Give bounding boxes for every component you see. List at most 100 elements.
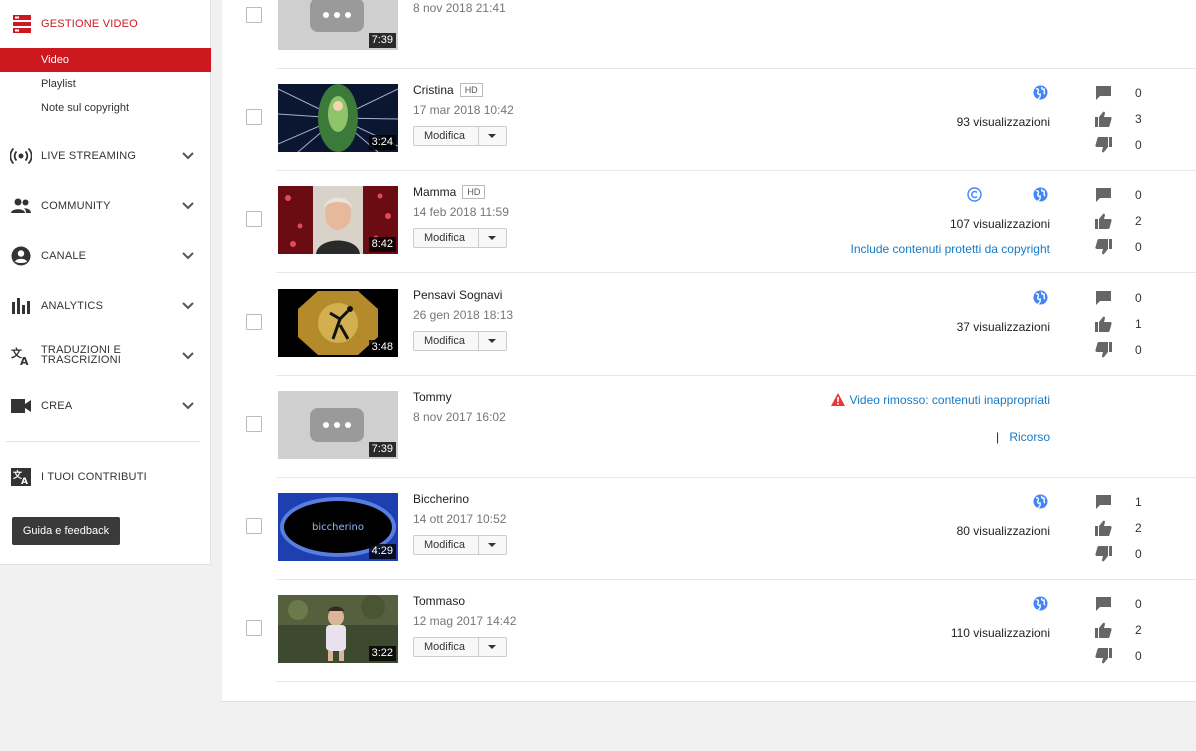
chevron-down-icon[interactable]: [488, 134, 496, 138]
dislike-count: 0: [1135, 343, 1142, 357]
chevron-down-icon[interactable]: [488, 339, 496, 343]
video-title[interactable]: Pensavi Sognavi: [413, 288, 502, 302]
sidebar-section-analytics[interactable]: ANALYTICS: [0, 286, 211, 326]
help-feedback-button[interactable]: Guida e feedback: [12, 517, 120, 545]
globe-public-icon: [1033, 187, 1048, 202]
chevron-down-icon: [182, 352, 194, 360]
chevron-down-icon[interactable]: [488, 543, 496, 547]
sidebar-section-create[interactable]: CREA: [0, 386, 211, 426]
comment-icon[interactable]: [1095, 494, 1112, 510]
like-count: 3: [1135, 112, 1142, 126]
thumbs-down-icon[interactable]: [1095, 239, 1112, 255]
community-icon: [11, 198, 31, 213]
comment-icon[interactable]: [1095, 187, 1112, 203]
thumbnail-text: biccherino: [312, 522, 364, 533]
edit-dropdown-button[interactable]: Modifica: [413, 535, 507, 555]
view-count: 80 visualizzazioni: [956, 524, 1050, 538]
video-duration: 3:22: [368, 646, 396, 661]
globe-public-icon: [1033, 596, 1048, 611]
like-count: 2: [1135, 521, 1142, 535]
row-checkbox[interactable]: [246, 109, 262, 125]
globe-public-icon: [1033, 85, 1048, 100]
removed-video-notice[interactable]: Video rimosso: contenuti inappropriati: [831, 393, 1050, 407]
chevron-down-icon[interactable]: [488, 236, 496, 240]
table-row: 3:22 Tommaso 12 mag 2017 14:42 Modifica …: [222, 580, 1196, 682]
video-date: 26 gen 2018 18:13: [413, 308, 514, 322]
chevron-down-icon: [182, 152, 194, 160]
comment-icon[interactable]: [1095, 290, 1112, 306]
video-title[interactable]: Cristina HD: [413, 83, 483, 97]
sidebar-section-community[interactable]: COMMUNITY: [0, 186, 211, 226]
thumbs-down-icon[interactable]: [1095, 546, 1112, 562]
video-thumbnail[interactable]: 3:48: [278, 289, 398, 357]
table-row: 3:48 Pensavi Sognavi 26 gen 2018 18:13 M…: [222, 274, 1196, 376]
table-row: 8:42 Mamma HD 14 feb 2018 11:59 Modifica …: [222, 171, 1196, 273]
sidebar-section-channel[interactable]: CANALE: [0, 236, 211, 276]
edit-dropdown-button[interactable]: Modifica: [413, 331, 507, 351]
thumbs-down-icon[interactable]: [1095, 648, 1112, 664]
comment-icon[interactable]: [1095, 85, 1112, 101]
thumbs-up-icon[interactable]: [1095, 622, 1112, 638]
sidebar-section-live-streaming[interactable]: LIVE STREAMING: [0, 136, 211, 176]
video-title-text: Cristina: [413, 83, 454, 97]
edit-split: [478, 536, 479, 554]
video-duration: 7:39: [368, 33, 396, 48]
video-list: 7:39 8 nov 2018 21:41 3:24 Cristina HD 17…: [221, 0, 1196, 702]
video-thumbnail[interactable]: biccherino 4:29: [278, 493, 398, 561]
chevron-down-icon: [182, 402, 194, 410]
video-title[interactable]: Tommaso: [413, 594, 465, 608]
sidebar-section-label-line2: TRASCRIZIONI: [41, 354, 122, 366]
chevron-down-icon[interactable]: [488, 645, 496, 649]
video-date: 14 feb 2018 11:59: [413, 205, 509, 219]
sidebar-section-contributions[interactable]: 文 A I TUOI CONTRIBUTI: [0, 457, 211, 497]
edit-dropdown-button[interactable]: Modifica: [413, 637, 507, 657]
edit-label: Modifica: [424, 641, 465, 653]
video-thumbnail[interactable]: 3:24: [278, 84, 398, 152]
sidebar-item-playlist[interactable]: Playlist: [0, 72, 211, 96]
sidebar: GESTIONE VIDEO Video Playlist Note sul c…: [0, 0, 211, 565]
video-thumbnail[interactable]: 3:22: [278, 595, 398, 663]
sidebar-section-label: COMMUNITY: [41, 200, 111, 212]
comment-count: 0: [1135, 188, 1142, 202]
thumbs-down-icon[interactable]: [1095, 137, 1112, 153]
comment-icon[interactable]: [1095, 596, 1112, 612]
thumbs-up-icon[interactable]: [1095, 213, 1112, 229]
edit-dropdown-button[interactable]: Modifica: [413, 228, 507, 248]
sidebar-section-label: LIVE STREAMING: [41, 150, 137, 162]
video-thumbnail[interactable]: 7:39: [278, 0, 398, 50]
edit-label: Modifica: [424, 232, 465, 244]
thumbs-up-icon[interactable]: [1095, 520, 1112, 536]
contributions-icon: 文 A: [11, 468, 31, 487]
sidebar-item-copyright-notes[interactable]: Note sul copyright: [0, 96, 211, 120]
video-duration: 3:24: [368, 135, 396, 150]
appeal-link[interactable]: Ricorso: [1009, 430, 1050, 444]
video-title[interactable]: Tommy: [413, 390, 452, 404]
thumbs-down-icon[interactable]: [1095, 342, 1112, 358]
chevron-down-icon: [182, 302, 194, 310]
view-count: 110 visualizzazioni: [950, 626, 1050, 640]
row-checkbox[interactable]: [246, 620, 262, 636]
edit-dropdown-button[interactable]: Modifica: [413, 126, 507, 146]
table-row: 3:24 Cristina HD 17 mar 2018 10:42 Modifi…: [222, 69, 1196, 171]
row-checkbox[interactable]: [246, 211, 262, 227]
sidebar-header-video-manager[interactable]: GESTIONE VIDEO: [0, 0, 211, 48]
copyright-content-link[interactable]: Include contenuti protetti da copyright: [851, 242, 1050, 256]
row-checkbox[interactable]: [246, 518, 262, 534]
video-title[interactable]: Biccherino: [413, 492, 469, 506]
live-streaming-icon: [10, 147, 32, 165]
video-thumbnail[interactable]: 8:42: [278, 186, 398, 254]
thumbs-up-icon[interactable]: [1095, 316, 1112, 332]
row-divider: [276, 272, 1196, 273]
sidebar-section-label: CANALE: [41, 250, 87, 262]
video-title[interactable]: Mamma HD: [413, 185, 486, 199]
copyright-icon[interactable]: [967, 187, 982, 202]
sidebar-item-video[interactable]: Video: [0, 48, 211, 72]
row-checkbox[interactable]: [246, 314, 262, 330]
edit-label: Modifica: [424, 335, 465, 347]
row-checkbox[interactable]: [246, 7, 262, 23]
sidebar-section-translations[interactable]: 文 A TRADUZIONI E TRASCRIZIONI: [0, 336, 211, 376]
thumbs-up-icon[interactable]: [1095, 111, 1112, 127]
video-thumbnail[interactable]: 7:39: [278, 391, 398, 459]
analytics-icon: [12, 298, 30, 314]
row-checkbox[interactable]: [246, 416, 262, 432]
